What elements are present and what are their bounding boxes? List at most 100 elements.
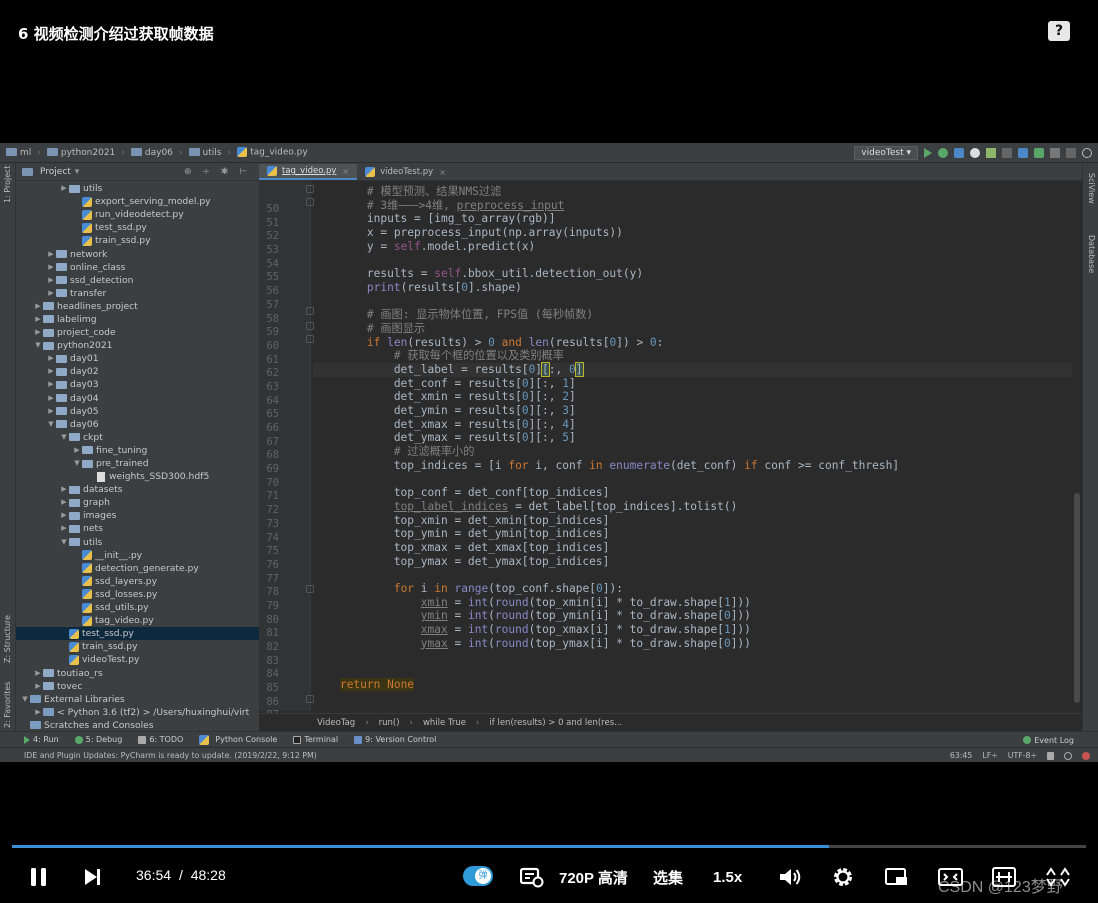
danmu-settings-button[interactable]: [520, 862, 544, 892]
tree-file[interactable]: test_ssd.py: [16, 221, 259, 234]
tree-folder[interactable]: ▶ ssd_detection: [16, 274, 259, 287]
speed-button[interactable]: 1.5x: [713, 862, 742, 892]
chevron-right-icon[interactable]: ▶: [59, 483, 69, 496]
tree-folder[interactable]: ▶ utils: [16, 182, 259, 195]
project-header-label[interactable]: Project: [40, 167, 71, 177]
tree-folder[interactable]: ▶ day04: [16, 392, 259, 405]
chevron-right-icon[interactable]: ▶: [33, 313, 43, 326]
tree-folder[interactable]: ▼ pre_trained: [16, 457, 259, 470]
tree-folder[interactable]: ▶ labelimg: [16, 313, 259, 326]
tree-file[interactable]: ssd_utils.py: [16, 601, 259, 614]
tree-folder[interactable]: ▶ tovec: [16, 680, 259, 693]
chevron-down-icon[interactable]: ▼: [20, 693, 30, 706]
tree-file[interactable]: test_ssd.py: [16, 627, 259, 641]
sciview-tool-button[interactable]: SciView: [1087, 173, 1096, 204]
chevron-right-icon[interactable]: ▶: [33, 667, 43, 680]
project-panel-actions-icon[interactable]: ⊕ ÷ ✱ ⊢: [184, 167, 251, 177]
settings-button[interactable]: [832, 862, 854, 892]
chevron-right-icon[interactable]: ▶: [46, 287, 56, 300]
build-icon[interactable]: [986, 148, 996, 158]
chevron-down-icon[interactable]: ▼: [59, 536, 69, 549]
breadcrumb-item[interactable]: tag_video.py: [237, 147, 308, 158]
database-tool-button[interactable]: Database: [1087, 235, 1096, 273]
breadcrumb-item[interactable]: ml: [6, 148, 31, 158]
pip-button[interactable]: [885, 862, 909, 892]
pause-button[interactable]: [28, 862, 50, 892]
quality-button[interactable]: 720P 高清: [559, 862, 628, 892]
tree-file[interactable]: ssd_losses.py: [16, 588, 259, 601]
danmu-toggle[interactable]: 弹: [463, 866, 493, 886]
tree-folder[interactable]: ▼ ckpt: [16, 431, 259, 444]
tree-file[interactable]: __init__.py: [16, 549, 259, 562]
terminal-button[interactable]: Terminal: [293, 735, 338, 744]
close-icon[interactable]: ×: [342, 167, 349, 176]
chevron-down-icon[interactable]: ▼: [46, 418, 56, 431]
tree-file[interactable]: tag_video.py: [16, 614, 259, 627]
chevron-down-icon[interactable]: ▼: [72, 457, 82, 470]
close-icon[interactable]: ×: [439, 168, 446, 177]
breadcrumb-item[interactable]: python2021: [46, 148, 115, 158]
chevron-right-icon[interactable]: ▶: [33, 300, 43, 313]
todo-tool-button[interactable]: 6: TODO: [138, 735, 183, 744]
debug-icon[interactable]: [938, 148, 948, 158]
chevron-right-icon[interactable]: ▶: [46, 261, 56, 274]
tree-folder[interactable]: ▶ day01: [16, 352, 259, 365]
stop-icon[interactable]: [1002, 148, 1012, 158]
tree-folder[interactable]: ▶ network: [16, 247, 259, 260]
chevron-right-icon[interactable]: ▶: [59, 522, 69, 535]
chevron-right-icon[interactable]: ▶: [59, 496, 69, 509]
tree-file[interactable]: detection_generate.py: [16, 562, 259, 575]
project-tool-button[interactable]: 1: Project: [3, 165, 12, 203]
chevron-right-icon[interactable]: ▶: [33, 326, 43, 339]
episodes-button[interactable]: 选集: [653, 862, 683, 892]
event-log-button[interactable]: Event Log: [1023, 732, 1074, 748]
tree-file[interactable]: train_ssd.py: [16, 640, 259, 653]
notification-icon[interactable]: [1082, 751, 1090, 760]
chevron-right-icon[interactable]: ▶: [46, 365, 56, 378]
chevron-right-icon[interactable]: ▶: [72, 444, 82, 457]
tree-folder[interactable]: ▼ utils: [16, 536, 259, 549]
tree-file[interactable]: weights_SSD300.hdf5: [16, 470, 259, 483]
tree-folder[interactable]: ▶ project_code: [16, 326, 259, 339]
line-separator[interactable]: LF÷: [982, 751, 997, 760]
chevron-right-icon[interactable]: ▶: [33, 706, 43, 719]
run-tool-button[interactable]: 4: Run: [24, 735, 59, 744]
volume-button[interactable]: [778, 862, 802, 892]
breadcrumb-item[interactable]: day06: [130, 148, 173, 158]
tree-folder[interactable]: ▶ datasets: [16, 483, 259, 496]
code-area[interactable]: # 模型预测、结果NMS过滤 # 3维———>4维, preprocess_in…: [313, 185, 1072, 705]
tree-folder[interactable]: ▶ graph: [16, 496, 259, 509]
history-icon[interactable]: [1050, 148, 1060, 158]
favorites-tool-button[interactable]: 2: Favorites: [3, 682, 12, 728]
tree-file[interactable]: ▼ External Libraries: [16, 693, 259, 706]
chevron-right-icon[interactable]: ▶: [46, 248, 56, 261]
crumb-if[interactable]: if len(results) > 0 and len(res...: [489, 718, 622, 728]
chevron-right-icon[interactable]: ▶: [46, 392, 56, 405]
tree-folder[interactable]: ▼ day06: [16, 418, 259, 431]
python-console-button[interactable]: Python Console: [199, 734, 277, 745]
file-encoding[interactable]: UTF-8÷: [1008, 751, 1037, 760]
tree-folder[interactable]: ▼ python2021: [16, 339, 259, 352]
breadcrumb-item[interactable]: utils: [188, 148, 221, 158]
tree-file[interactable]: ▶ < Python 3.6 (tf2) > /Users/huxinghui/v…: [16, 706, 259, 719]
chevron-right-icon[interactable]: ▶: [33, 680, 43, 693]
chevron-right-icon[interactable]: ▶: [46, 405, 56, 418]
tree-file[interactable]: export_serving_model.py: [16, 195, 259, 208]
next-button[interactable]: [82, 862, 104, 892]
version-control-button[interactable]: 9: Version Control: [354, 735, 436, 744]
debug-tool-button[interactable]: 5: Debug: [74, 735, 122, 744]
chevron-down-icon[interactable]: ▼: [33, 339, 43, 352]
tree-folder[interactable]: ▶ day03: [16, 378, 259, 391]
search-icon[interactable]: [1082, 148, 1092, 158]
chevron-down-icon[interactable]: ▼: [59, 431, 69, 444]
tree-folder[interactable]: ▶ images: [16, 509, 259, 522]
crumb-class[interactable]: VideoTag: [317, 718, 355, 728]
tree-folder[interactable]: ▶ online_class: [16, 261, 259, 274]
caret-position[interactable]: 63:45: [950, 751, 972, 760]
revert-icon[interactable]: [1066, 148, 1076, 158]
chevron-right-icon[interactable]: ▶: [59, 509, 69, 522]
tree-folder[interactable]: ▶ toutiao_rs: [16, 666, 259, 679]
chevron-right-icon[interactable]: ▶: [46, 378, 56, 391]
tree-folder[interactable]: ▶ headlines_project: [16, 300, 259, 313]
status-message[interactable]: IDE and Plugin Updates: PyCharm is ready…: [24, 751, 317, 760]
